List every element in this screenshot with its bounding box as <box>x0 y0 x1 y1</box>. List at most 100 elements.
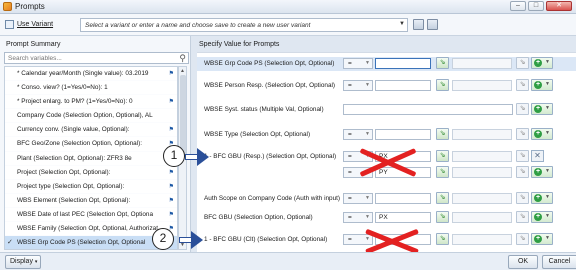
clear-icon[interactable]: ⇘ <box>516 57 529 69</box>
value-input[interactable] <box>375 129 431 140</box>
value-help-icon[interactable]: ⇘ <box>436 150 449 162</box>
list-item[interactable]: WBS Element (Selection Opt, Optional): ⚑ <box>5 194 177 208</box>
list-item[interactable]: Plant (Selection Opt, Optional): ZFR3 8e <box>5 152 177 166</box>
cancel-button[interactable]: Cancel <box>542 255 576 269</box>
chevron-down-icon: ▼ <box>545 168 550 174</box>
delete-row-icon[interactable]: ✕ <box>531 150 544 162</box>
prompt-label: BFC GBU (Selection Option, Optional) <box>204 214 313 221</box>
ok-button[interactable]: OK <box>508 255 538 269</box>
prompt-label: WBSE Grp Code PS (Selection Opt, Optiona… <box>204 60 335 67</box>
operator-select[interactable]: =▼ <box>343 193 373 204</box>
prompt-row: WBSE Type (Selection Opt, Optional) = ▼ ⇘… <box>197 128 576 142</box>
to-value-input[interactable] <box>452 193 512 204</box>
prompt-label: WBSE Type (Selection Opt, Optional) <box>204 131 311 138</box>
to-value-input[interactable] <box>452 58 512 69</box>
prompt-summary-title: Prompt Summary <box>6 41 61 48</box>
chevron-down-icon: ▼ <box>545 235 550 241</box>
scroll-up-icon[interactable]: ▲ <box>180 68 185 74</box>
chevron-down-icon: ▼ <box>365 131 370 137</box>
multi-value-input[interactable] <box>343 104 513 115</box>
filter-icon: ⚑ <box>168 197 174 204</box>
value-input[interactable]: PX <box>375 212 431 223</box>
clear-icon[interactable]: ⇘ <box>516 79 529 91</box>
add-condition-button[interactable]: + ▼ <box>531 128 553 140</box>
search-input[interactable] <box>5 53 175 63</box>
use-variant-label[interactable]: Use Variant <box>17 21 53 28</box>
clear-icon[interactable]: ⇘ <box>516 166 529 178</box>
chevron-down-icon: ▼ <box>365 60 370 66</box>
chevron-down-icon[interactable]: ▼ <box>399 21 405 27</box>
clear-icon[interactable]: ⇘ <box>516 103 529 115</box>
chevron-down-icon: ▼ <box>545 213 550 219</box>
value-help-icon[interactable]: ⇘ <box>436 233 449 245</box>
plus-icon: + <box>534 168 542 176</box>
list-item[interactable]: Company Code (Selection Option, Optional… <box>5 109 177 124</box>
chevron-down-icon: ▾ <box>34 259 38 265</box>
to-value-input[interactable] <box>452 212 512 223</box>
to-value-input[interactable] <box>452 129 512 140</box>
value-input[interactable] <box>375 58 431 69</box>
list-item[interactable]: * Calendar year/Month (Single value): 03… <box>5 67 177 82</box>
prompt-label: WBSE Person Resp. (Selection Opt, Option… <box>204 82 336 89</box>
list-item[interactable]: * Project enlarg. to PM? (1=Yes/0=No): 0… <box>5 95 177 110</box>
add-condition-button[interactable]: + ▼ <box>531 192 553 204</box>
save-variant-icon[interactable] <box>413 19 424 30</box>
operator-select[interactable]: =▼ <box>343 212 373 223</box>
list-item[interactable]: * Conso. view? (1=Yes/0=No): 1 <box>5 81 177 96</box>
to-value-input[interactable] <box>452 151 512 162</box>
value-help-icon[interactable]: ⇘ <box>436 192 449 204</box>
search-field[interactable]: ⚲ <box>4 52 189 64</box>
operator-select[interactable]: =▼ <box>343 80 373 91</box>
list-item[interactable]: Currency conv. (Single value, Optional):… <box>5 123 177 138</box>
scrollbar-thumb[interactable] <box>180 75 186 155</box>
value-help-icon[interactable]: ⇘ <box>436 57 449 69</box>
app-icon <box>3 2 12 11</box>
to-value-input[interactable] <box>452 234 512 245</box>
prompt-label: Auth Scope on Company Code (Auth with in… <box>204 195 341 202</box>
clear-icon[interactable]: ⇘ <box>516 192 529 204</box>
maximize-button[interactable]: □ <box>528 1 544 11</box>
add-condition-button[interactable]: + ▼ <box>531 211 553 223</box>
plus-icon: + <box>534 130 542 138</box>
value-input[interactable] <box>375 80 431 91</box>
clear-icon[interactable]: ⇘ <box>516 150 529 162</box>
value-input[interactable] <box>375 193 431 204</box>
clear-icon[interactable]: ⇘ <box>516 128 529 140</box>
add-condition-button[interactable]: + ▼ <box>531 233 553 245</box>
list-item[interactable]: Project type (Selection Opt, Optional): ⚑ <box>5 180 177 194</box>
search-icon[interactable]: ⚲ <box>179 53 186 64</box>
list-item[interactable]: Project (Selection Opt, Optional): ⚑ <box>5 166 177 180</box>
add-condition-button[interactable]: + ▼ <box>531 166 553 178</box>
operator-select[interactable]: =▼ <box>343 58 373 69</box>
callout-arrow <box>185 148 209 166</box>
list-item[interactable]: BFC Geo/Zone (Selection Option, Optional… <box>5 137 177 152</box>
variant-select[interactable]: Select a variant or enter a name and cho… <box>80 18 408 32</box>
add-condition-button[interactable]: + ▼ <box>531 103 553 115</box>
prompt-label: 1 - BFC GBU (Clt) (Selection Opt, Option… <box>204 236 328 243</box>
close-button[interactable]: ✕ <box>546 1 572 11</box>
value-help-icon[interactable]: ⇘ <box>436 211 449 223</box>
minimize-button[interactable]: – <box>510 1 526 11</box>
manage-variants-icon[interactable] <box>427 19 438 30</box>
value-help-icon[interactable]: ⇘ <box>436 166 449 178</box>
use-variant-checkbox[interactable] <box>5 20 14 29</box>
list-item[interactable]: WBSE Family (Selection Opt, Optional, Au… <box>5 222 177 237</box>
display-dropdown[interactable]: Display ▾ <box>5 255 41 269</box>
operator-select[interactable]: =▼ <box>343 129 373 140</box>
red-cross-mark <box>358 147 418 177</box>
clear-icon[interactable]: ⇘ <box>516 211 529 223</box>
list-item[interactable]: WBSE Date of last PEC (Selection Opt, Op… <box>5 208 177 223</box>
clear-icon[interactable]: ⇘ <box>516 233 529 245</box>
to-value-input[interactable] <box>452 167 512 178</box>
variant-placeholder: Select a variant or enter a name and cho… <box>85 22 311 29</box>
add-condition-button[interactable]: + ▼ <box>531 57 553 69</box>
prompt-summary-panel: Prompt Summary ⚲ * Calendar year/Month (… <box>0 36 191 252</box>
prompt-row: Auth Scope on Company Code (Auth with in… <box>197 192 576 206</box>
to-value-input[interactable] <box>452 80 512 91</box>
plus-icon: + <box>534 105 542 113</box>
value-help-icon[interactable]: ⇘ <box>436 79 449 91</box>
filter-icon: ⚑ <box>168 99 174 106</box>
variant-toolbar: Use Variant Select a variant or enter a … <box>0 14 576 36</box>
add-condition-button[interactable]: + ▼ <box>531 79 553 91</box>
value-help-icon[interactable]: ⇘ <box>436 128 449 140</box>
